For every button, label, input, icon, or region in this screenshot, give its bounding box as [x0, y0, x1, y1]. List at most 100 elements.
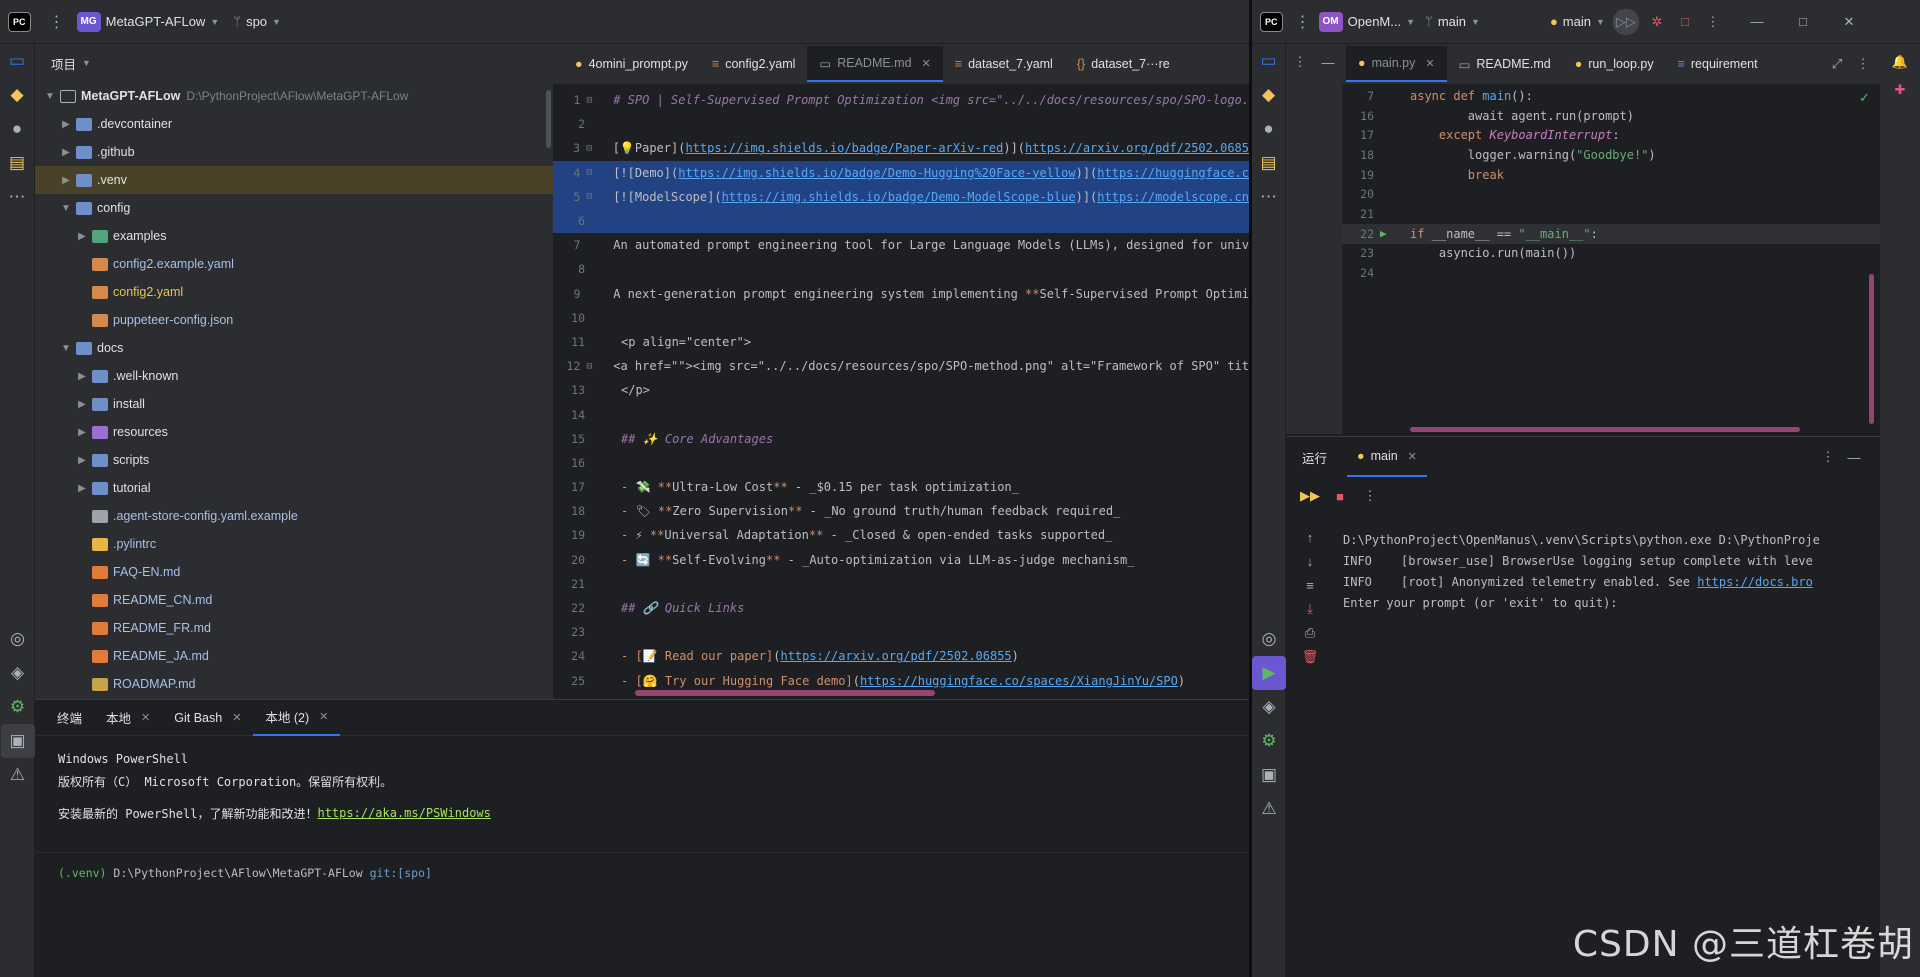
maximize-icon[interactable]: □ [1793, 12, 1813, 32]
options-icon[interactable]: ⋮ [1290, 52, 1310, 72]
close-icon[interactable]: ✕ [232, 711, 241, 724]
rerun-icon[interactable]: ▷▷ [1612, 8, 1639, 35]
stop-icon[interactable]: ■ [1330, 486, 1350, 506]
main-menu-icon[interactable]: ⋮ [1293, 12, 1313, 32]
ai-assistant-icon[interactable]: ✚ [1890, 80, 1910, 100]
terminal-tab[interactable]: 本地 (2) ✕ [253, 699, 341, 736]
soft-wrap-icon[interactable]: ≡ [1300, 575, 1320, 595]
structure-icon[interactable]: ▤ [0, 146, 34, 180]
terminal-icon[interactable]: ▣ [0, 724, 35, 758]
powershell-link[interactable]: https://aka.ms/PSWindows [317, 806, 490, 820]
close-icon[interactable]: ✕ [1425, 57, 1434, 70]
notifications-icon[interactable]: 🔔 [1890, 52, 1910, 72]
terminal-tab[interactable]: Git Bash ✕ [162, 700, 253, 736]
tree-item[interactable]: ▶ .venv [35, 166, 553, 194]
github-icon[interactable]: ● [0, 112, 34, 146]
debug-icon[interactable]: ✲ [1647, 12, 1667, 32]
commit-icon[interactable]: ◆ [0, 78, 34, 112]
layers-icon[interactable]: ◈ [1252, 690, 1286, 724]
tree-item[interactable]: FAQ-EN.md [35, 558, 553, 586]
layers-icon[interactable]: ◈ [1, 656, 35, 690]
close-icon[interactable]: ✕ [1408, 450, 1417, 463]
more-tools-icon[interactable]: ⋯ [1252, 180, 1286, 214]
commit-icon[interactable]: ◆ [1252, 78, 1286, 112]
more-tools-icon[interactable]: ⋯ [0, 180, 34, 214]
tree-item[interactable]: ▼ docs [35, 334, 553, 362]
editor-tab[interactable]: ≡ requirement [1666, 46, 1770, 82]
run-more-icon[interactable]: ⋮ [1818, 447, 1838, 467]
stop-icon[interactable]: □ [1675, 12, 1695, 32]
tree-item[interactable]: config2.yaml [35, 278, 553, 306]
tree-item[interactable]: ▶ resources [35, 418, 553, 446]
editor-tab[interactable]: ≡ config2.yaml [700, 46, 807, 82]
project-scrollbar[interactable] [546, 90, 551, 148]
tree-item[interactable]: .agent-store-config.yaml.example [35, 502, 553, 530]
editor-tab[interactable]: ● run_loop.py [1563, 46, 1666, 82]
tree-item[interactable]: ▶ tutorial [35, 474, 553, 502]
fold-icon[interactable]: ⊟ [586, 143, 605, 154]
tree-item[interactable]: puppeteer-config.json [35, 306, 553, 334]
run-tool-icon[interactable]: ▶ [1252, 656, 1286, 690]
tree-item[interactable]: .pylintrc [35, 530, 553, 558]
settings-icon[interactable]: ⚙ [1252, 724, 1286, 758]
close-window-icon[interactable]: ✕ [1839, 12, 1859, 32]
close-icon[interactable]: ✕ [922, 57, 931, 70]
scroll-up-icon[interactable]: ↑ [1300, 527, 1320, 547]
settings-icon[interactable]: ⚙ [1, 690, 35, 724]
editor-tab[interactable]: {} dataset_7···re [1065, 46, 1182, 82]
expand-icon[interactable]: ⤢ [1827, 54, 1847, 74]
code-h-scrollbar[interactable] [1410, 427, 1800, 432]
run-gutter-icon[interactable]: ▶ [1380, 227, 1402, 240]
terminal-tab[interactable]: 本地 ✕ [94, 700, 162, 736]
project-view-icon[interactable]: ▭ [1252, 44, 1286, 78]
editor-h-scrollbar[interactable] [635, 690, 935, 696]
hide-panel-icon[interactable]: — [1318, 52, 1338, 72]
tree-item[interactable]: ROADMAP.md [35, 670, 553, 698]
hide-run-icon[interactable]: — [1844, 447, 1864, 467]
tree-item[interactable]: README_CN.md [35, 586, 553, 614]
problems-icon[interactable]: ⚠ [1252, 792, 1286, 826]
code-v-scrollbar[interactable] [1869, 274, 1874, 424]
more-actions-icon[interactable]: ⋮ [1703, 12, 1723, 32]
terminal-prompt[interactable]: (.venv) D:\PythonProject\AFlow\MetaGPT-A… [58, 862, 1249, 884]
tree-root[interactable]: ▼ MetaGPT-AFLow D:\PythonProject\AFlow\M… [35, 82, 553, 110]
tree-item[interactable]: README_JA.md [35, 642, 553, 670]
tree-item[interactable]: ▶ .github [35, 138, 553, 166]
editor-tab[interactable]: ▭ README.md ✕ [807, 46, 943, 82]
minimize-icon[interactable]: — [1747, 12, 1767, 32]
close-icon[interactable]: ✕ [319, 710, 328, 723]
problems-icon[interactable]: ⚠ [1, 758, 35, 792]
run-config-selector[interactable]: ● main ▼ [1550, 14, 1605, 29]
editor-tab[interactable]: ▭ README.md [1447, 46, 1563, 82]
editor-tab[interactable]: ● 4omini_prompt.py [563, 46, 700, 82]
docs-link[interactable]: https://docs.bro [1697, 575, 1813, 589]
tree-item[interactable]: ▶ .devcontainer [35, 110, 553, 138]
project-view-icon[interactable]: ▭ [0, 44, 34, 78]
fold-icon[interactable]: ⊟ [586, 95, 605, 106]
terminal-icon[interactable]: ▣ [1252, 758, 1286, 792]
main-menu-icon[interactable]: ⋮ [47, 12, 67, 32]
fold-icon[interactable]: ⊟ [586, 167, 605, 178]
python-console-icon[interactable]: ◎ [1, 622, 35, 656]
tree-item[interactable]: ▶ examples [35, 222, 553, 250]
scroll-down-icon[interactable]: ↓ [1300, 551, 1320, 571]
tree-item[interactable]: README_FR.md [35, 614, 553, 642]
close-icon[interactable]: ✕ [141, 711, 150, 724]
tree-item[interactable]: config2.example.yaml [35, 250, 553, 278]
project-switcher[interactable]: OM OpenM... ▼ [1318, 11, 1415, 32]
tabs-more-icon[interactable]: ⋮ [1853, 54, 1873, 74]
tree-item[interactable]: ▶ install [35, 390, 553, 418]
fold-icon[interactable]: ⊟ [586, 361, 605, 372]
terminal-tab[interactable]: 终端 [45, 700, 94, 736]
scroll-end-icon[interactable]: ⤓ [1300, 599, 1320, 619]
editor-tab[interactable]: ≡ dataset_7.yaml [943, 46, 1065, 82]
editor-tab[interactable]: ● main.py ✕ [1346, 46, 1447, 82]
tree-item[interactable]: ▼ config [35, 194, 553, 222]
run-options-icon[interactable]: ⋮ [1360, 486, 1380, 506]
fold-icon[interactable]: ⊟ [586, 191, 605, 202]
structure-icon[interactable]: ▤ [1252, 146, 1286, 180]
branch-switcher[interactable]: ᛘ main ▼ [1425, 14, 1480, 29]
rerun-icon[interactable]: ▶▶ [1300, 486, 1320, 506]
python-console-icon[interactable]: ◎ [1252, 622, 1286, 656]
project-switcher[interactable]: MG MetaGPT-AFLow ▼ [76, 11, 219, 32]
